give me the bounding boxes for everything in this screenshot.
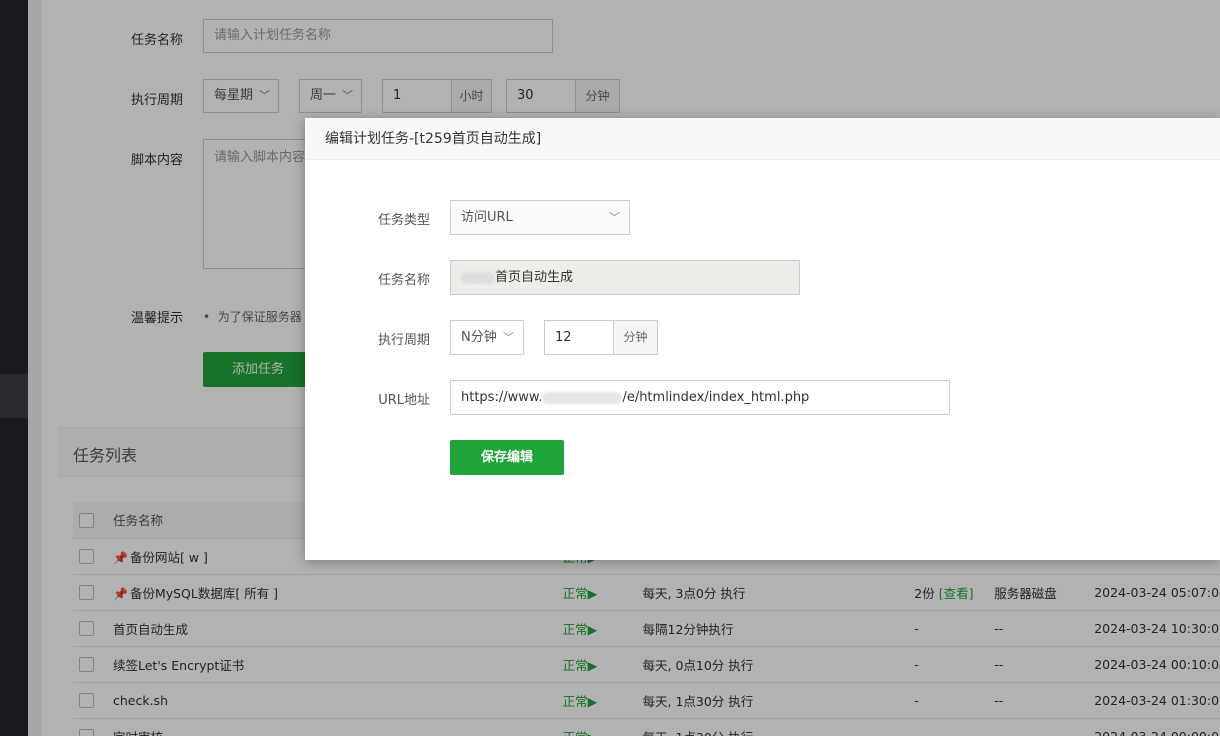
modal-cycle-value: N分钟	[461, 330, 497, 345]
chevron-down-icon: ﹀	[609, 211, 620, 224]
modal-minutes-unit: 分钟	[613, 320, 658, 355]
task-type-select[interactable]: 访问URL ﹀	[450, 200, 630, 235]
modal-title: 编辑计划任务-[t259首页自动生成]	[305, 118, 1220, 160]
modal-minutes-input[interactable]: 12	[544, 320, 614, 355]
chevron-down-icon: ﹀	[503, 331, 514, 344]
modal-task-name-input[interactable]: 首页自动生成	[450, 260, 800, 295]
modal-cycle-select[interactable]: N分钟 ﹀	[450, 320, 524, 355]
edit-task-modal: 编辑计划任务-[t259首页自动生成] 任务类型 访问URL ﹀ 任务名称 首页…	[305, 118, 1220, 560]
url-input[interactable]: https://www./e/htmlindex/index_html.php	[450, 380, 950, 415]
modal-task-name-label: 任务名称	[377, 273, 430, 288]
modal-cycle-label: 执行周期	[377, 333, 430, 348]
save-edit-button[interactable]: 保存编辑	[450, 440, 564, 475]
redacted-text	[542, 391, 623, 404]
task-type-label: 任务类型	[377, 213, 430, 228]
task-type-value: 访问URL	[461, 210, 513, 225]
url-label: URL地址	[378, 393, 430, 408]
redacted-text	[461, 271, 495, 284]
